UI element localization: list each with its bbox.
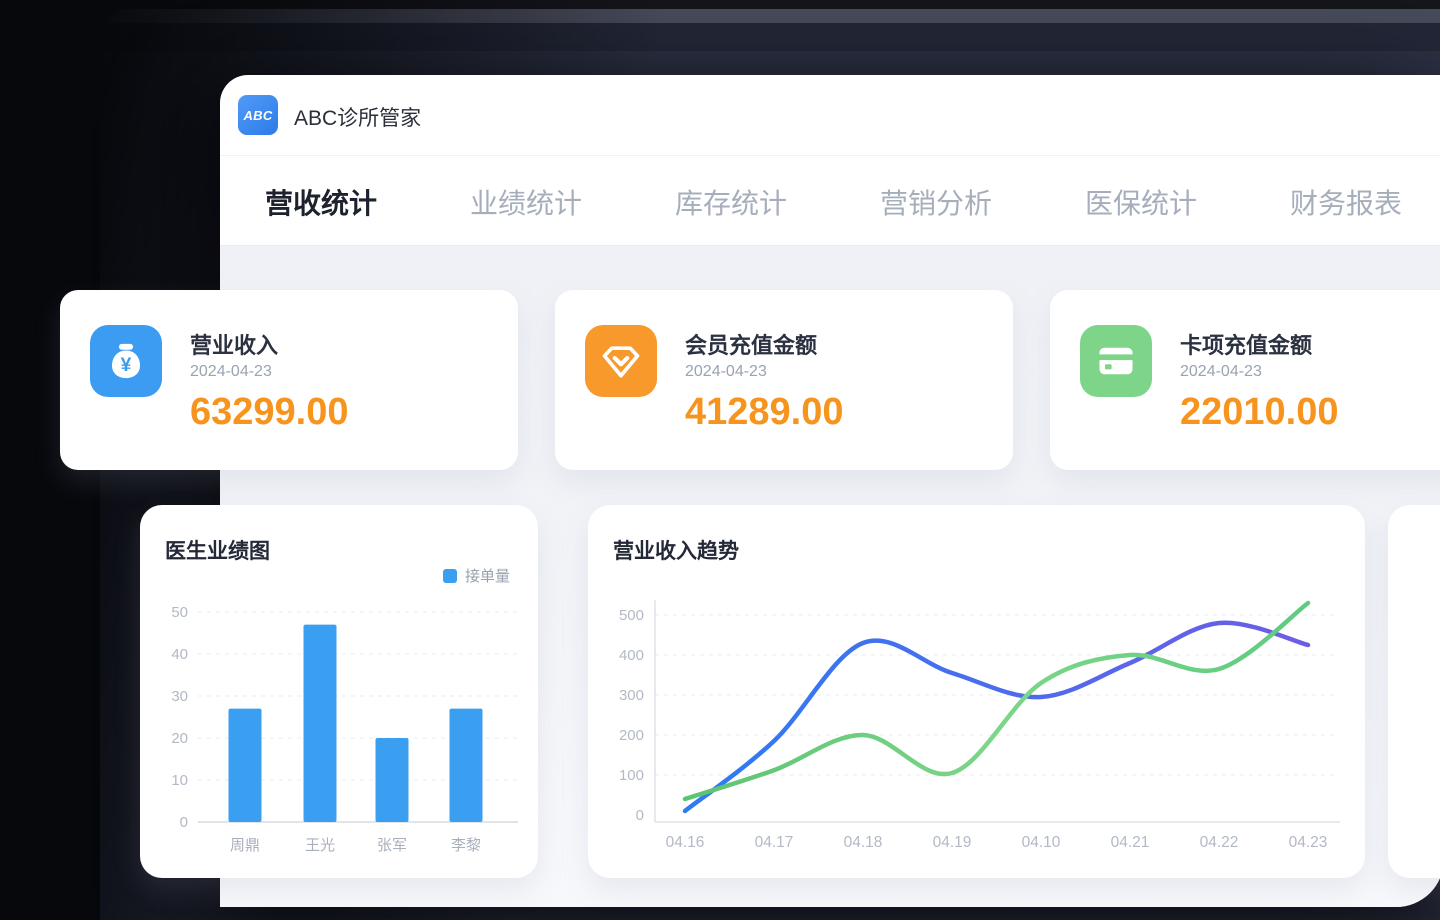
green-line [685,603,1308,799]
svg-text:200: 200 [619,727,644,744]
doctor-performance-card: 医生业绩图 接单量 01020304050周鼎王光张军李黎 [140,505,538,878]
line-chart: 0 100 200 300 400 500 04.16 04.17 04.18 04.19 04.1… [588,505,1365,878]
svg-text:04.18: 04.18 [844,834,883,851]
svg-text:王光: 王光 [305,837,335,854]
svg-text:04.23: 04.23 [1289,834,1328,851]
tab-6[interactable]: 财务报表 [1290,156,1402,245]
partially-visible-card [1388,505,1440,878]
blue-line [685,623,1308,811]
bar-李黎 [450,709,483,822]
bank-card-icon [1094,339,1138,383]
bar-周鼎 [229,709,262,822]
bar-张军 [376,738,409,822]
svg-text:04.21: 04.21 [1111,834,1150,851]
app-logo: ABC [238,95,278,135]
bar-王光 [304,625,337,822]
stat-title: 营业收入 [190,328,278,360]
stat-icon-box [585,325,657,397]
svg-text:04.22: 04.22 [1200,834,1239,851]
money-bag-icon: ¥ [105,340,147,382]
stat-value: 41289.00 [685,391,844,434]
bar-chart: 0 10 20 30 40 50 周鼎 王光 张军 李黎 [140,505,538,878]
svg-text:0: 0 [636,807,644,824]
tab-1[interactable]: 营收统计 [265,156,377,245]
svg-text:张军: 张军 [377,837,407,854]
stat-icon-box [1080,325,1152,397]
svg-text:04.17: 04.17 [755,834,794,851]
stat-value: 22010.00 [1180,391,1339,434]
stat-card-2: 会员充值金额 2024-04-23 41289.00 [555,290,1013,470]
stat-title: 卡项充值金额 [1180,328,1312,360]
svg-text:04.16: 04.16 [666,834,705,851]
tab-4[interactable]: 营销分析 [880,156,992,245]
tab-2[interactable]: 业绩统计 [470,156,582,245]
svg-text:40: 40 [171,646,188,663]
svg-text:400: 400 [619,647,644,664]
stat-date: 2024-04-23 [1180,363,1262,381]
svg-text:50: 50 [171,604,188,621]
svg-text:500: 500 [619,607,644,624]
stat-value: 63299.00 [190,391,349,434]
revenue-trend-card: 营业收入趋势 010020030040050004.1604.1704.1804… [588,505,1365,878]
window-header: ABC ABC诊所管家 [220,75,1440,155]
stat-card-3: 卡项充值金额 2024-04-23 22010.00 [1050,290,1440,470]
svg-text:04.19: 04.19 [933,834,972,851]
stat-title: 会员充值金额 [685,328,817,360]
svg-text:周鼎: 周鼎 [230,837,260,854]
svg-text:¥: ¥ [121,355,132,376]
tab-bar: 营收统计 业绩统计 库存统计 营销分析 医保统计 财务报表 [220,156,1440,245]
stat-date: 2024-04-23 [190,363,272,381]
svg-text:20: 20 [171,730,188,747]
stat-card-1: ¥ 营业收入 2024-04-23 63299.00 [60,290,518,470]
svg-text:300: 300 [619,687,644,704]
stat-icon-box: ¥ [90,325,162,397]
svg-text:0: 0 [180,814,188,831]
svg-text:04.10: 04.10 [1022,834,1061,851]
app-title: ABC诊所管家 [294,102,421,132]
page: ABC ABC诊所管家 营收统计 业绩统计 库存统计 营销分析 医保统计 财务报表 ¥ 营… [0,0,1440,920]
svg-text:10: 10 [171,772,188,789]
svg-text:30: 30 [171,688,188,705]
stat-date: 2024-04-23 [685,363,767,381]
vip-diamond-icon [599,339,643,383]
tab-3[interactable]: 库存统计 [675,156,787,245]
tab-5[interactable]: 医保统计 [1085,156,1197,245]
svg-text:李黎: 李黎 [451,837,481,854]
svg-text:100: 100 [619,767,644,784]
